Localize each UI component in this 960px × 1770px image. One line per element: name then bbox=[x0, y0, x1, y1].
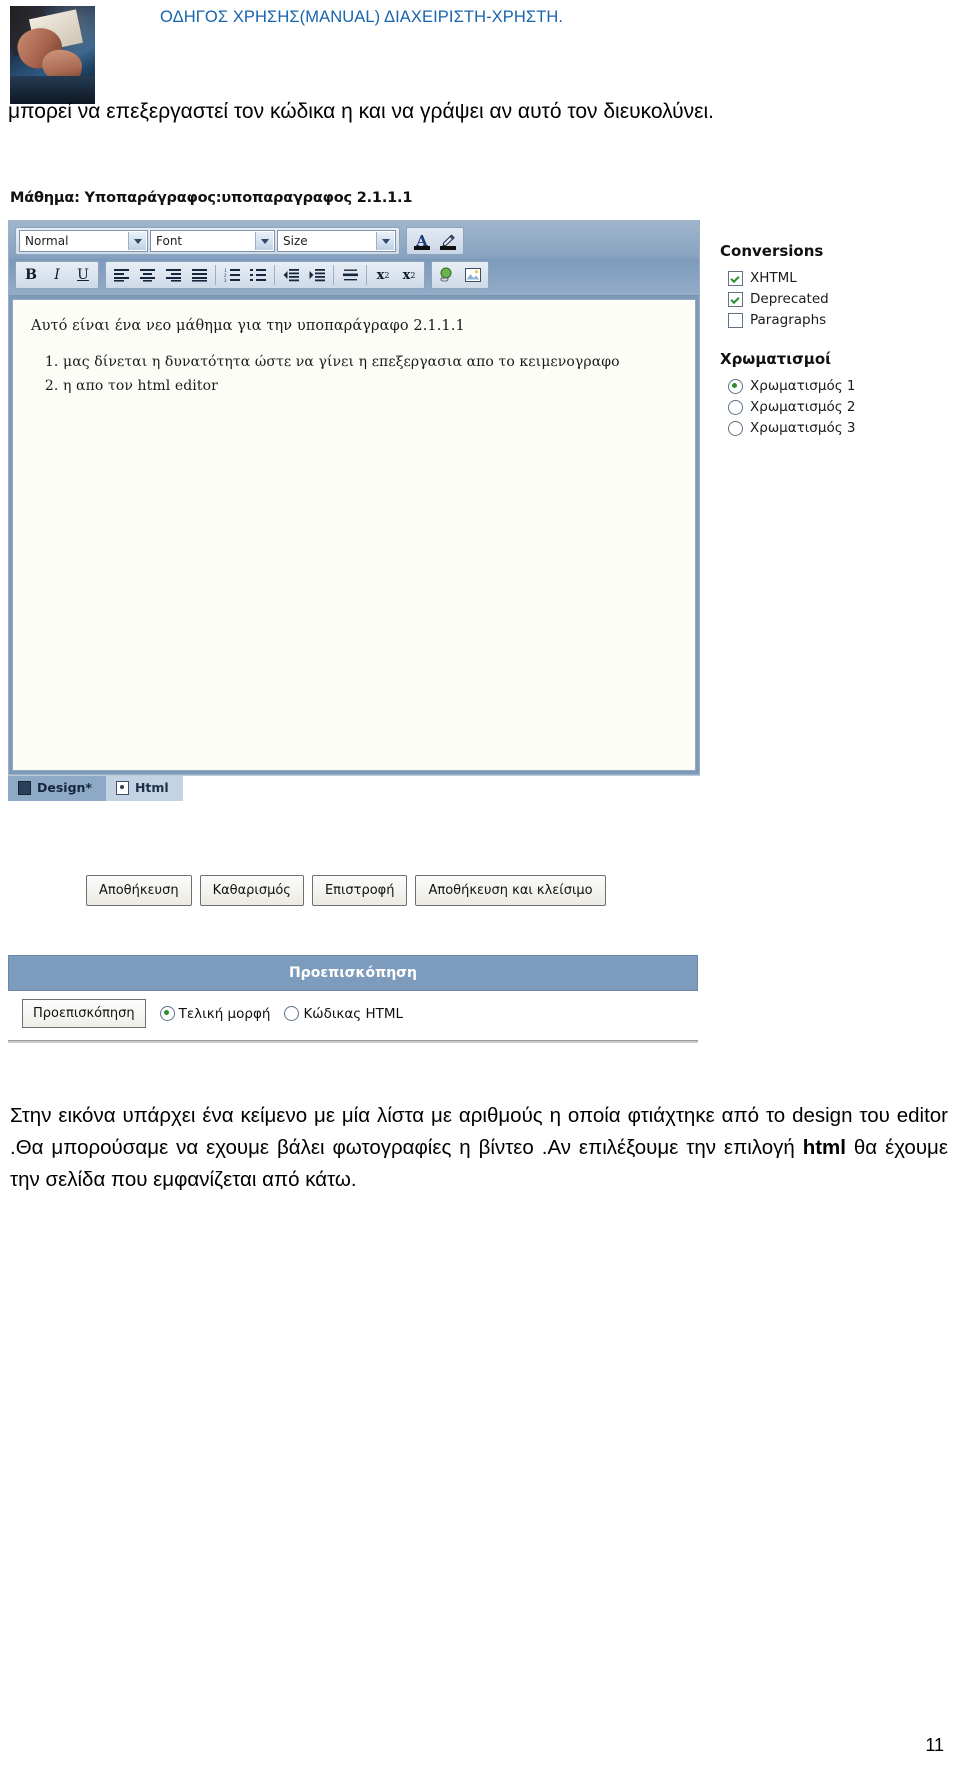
checkbox-row-paragraphs[interactable]: Paragraphs bbox=[728, 312, 950, 328]
insert-image-icon[interactable] bbox=[461, 264, 485, 286]
radio-row-color-2[interactable]: Χρωματισμός 2 bbox=[728, 399, 950, 415]
tab-design[interactable]: Design* bbox=[8, 775, 106, 801]
align-center-icon[interactable] bbox=[135, 264, 159, 286]
unordered-list-icon[interactable] bbox=[246, 264, 270, 286]
canvas-paragraph: Αυτό είναι ένα νεο μάθημα για την υποπαρ… bbox=[31, 318, 465, 334]
radio-icon[interactable] bbox=[284, 1006, 300, 1021]
insert-group bbox=[431, 261, 489, 289]
checkbox-label: Deprecated bbox=[750, 291, 829, 307]
radio-label: Τελική μορφή bbox=[178, 1005, 271, 1022]
editor-toolbar: Normal Font Size A B I U 1 2 3 x 2 x 2 bbox=[9, 221, 699, 296]
editor-action-buttons: Αποθήκευση Καθαρισμός Επιστροφή Αποθήκευ… bbox=[86, 875, 606, 906]
radio-row-html-code[interactable]: Κώδικας HTML bbox=[284, 1006, 403, 1022]
list-item: μας δίνεται η δυνατότητα ώστε να γίνει η… bbox=[63, 352, 679, 374]
preview-button[interactable]: Προεπισκόπηση bbox=[22, 999, 146, 1028]
checkbox-icon[interactable] bbox=[728, 270, 743, 286]
save-button[interactable]: Αποθήκευση bbox=[86, 875, 192, 906]
paragraph-style-value: Normal bbox=[25, 234, 69, 248]
preview-divider bbox=[8, 1040, 698, 1043]
font-size-value: Size bbox=[283, 234, 308, 248]
editor-canvas[interactable]: Αυτό είναι ένα νεο μάθημα για την υποπαρ… bbox=[12, 299, 696, 771]
radio-icon[interactable] bbox=[728, 378, 743, 394]
checkbox-label: XHTML bbox=[750, 270, 797, 286]
radio-label: Χρωματισμός 1 bbox=[750, 378, 856, 394]
lesson-heading: Μάθημα: Υποπαράγραφος:υποπαραγραφος 2.1.… bbox=[10, 190, 413, 206]
checkbox-row-xhtml[interactable]: XHTML bbox=[728, 270, 950, 286]
page-number: 11 bbox=[925, 1735, 944, 1755]
bold-button[interactable]: B bbox=[19, 264, 43, 286]
checkbox-icon[interactable] bbox=[728, 312, 743, 328]
horizontal-rule-icon[interactable] bbox=[338, 264, 362, 286]
underline-button[interactable]: U bbox=[71, 264, 95, 286]
intro-paragraph: μπορεί να επεξεργαστεί τον κώδικα η και … bbox=[8, 100, 714, 123]
editor-side-panel: Conversions XHTML Deprecated Paragraphs … bbox=[720, 242, 950, 441]
body-paragraph: Στην εικόνα υπάρχει ένα κείμενο με μία λ… bbox=[10, 1100, 948, 1195]
tab-html-label: Html bbox=[134, 780, 169, 795]
radio-label: Χρωματισμός 3 bbox=[750, 420, 856, 436]
design-icon bbox=[18, 780, 31, 795]
tab-html[interactable]: Html bbox=[105, 775, 183, 801]
radio-row-color-3[interactable]: Χρωματισμός 3 bbox=[728, 420, 950, 436]
hands-typing-photo bbox=[10, 6, 95, 104]
font-family-value: Font bbox=[156, 234, 183, 248]
svg-text:3: 3 bbox=[224, 279, 227, 282]
radio-row-color-1[interactable]: Χρωματισμός 1 bbox=[728, 378, 950, 394]
list-item: η απο τον html editor bbox=[63, 376, 679, 398]
indent-icon[interactable] bbox=[305, 264, 329, 286]
editor-screenshot-figure: Μάθημα: Υποπαράγραφος:υποπαραγραφος 2.1.… bbox=[8, 190, 952, 1043]
preview-bar-title: Προεπισκόπηση bbox=[8, 955, 698, 991]
align-right-icon[interactable] bbox=[161, 264, 185, 286]
align-left-icon[interactable] bbox=[109, 264, 133, 286]
back-button[interactable]: Επιστροφή bbox=[311, 875, 408, 906]
paragraph-style-select[interactable]: Normal bbox=[19, 230, 148, 252]
italic-button[interactable]: I bbox=[45, 264, 69, 286]
chevron-down-icon[interactable] bbox=[128, 232, 146, 250]
checkbox-label: Paragraphs bbox=[750, 312, 827, 328]
html-icon bbox=[115, 780, 129, 795]
body-paragraph-emphasis: html bbox=[802, 1135, 846, 1159]
font-color-icon[interactable]: A bbox=[410, 230, 434, 252]
text-format-group: B I U bbox=[15, 261, 99, 289]
checkbox-row-deprecated[interactable]: Deprecated bbox=[728, 291, 950, 307]
radio-label: Χρωματισμός 2 bbox=[750, 399, 856, 415]
html-editor-window: Normal Font Size A B I U 1 2 3 x 2 x 2 Α… bbox=[8, 220, 700, 775]
outdent-icon[interactable] bbox=[279, 264, 303, 286]
font-family-select[interactable]: Font bbox=[150, 230, 275, 252]
select-group: Normal Font Size bbox=[15, 227, 400, 255]
tab-design-label: Design* bbox=[37, 780, 92, 795]
preview-section: Προεπισκόπηση Προεπισκόπηση Τελική μορφή… bbox=[8, 955, 698, 1043]
clear-button[interactable]: Καθαρισμός bbox=[199, 875, 304, 906]
radio-icon[interactable] bbox=[728, 399, 743, 415]
chevron-down-icon[interactable] bbox=[255, 232, 273, 250]
radio-icon[interactable] bbox=[159, 1006, 175, 1021]
page-title: ΟΔΗΓΟΣ ΧΡΗΣΗΣ(MANUAL) ΔΙΑΧΕΙΡΙΣΤΗ-ΧΡΗΣΤΗ… bbox=[160, 8, 564, 26]
document-header: ΟΔΗΓΟΣ ΧΡΗΣΗΣ(MANUAL) ΔΙΑΧΕΙΡΙΣΤΗ-ΧΡΗΣΤΗ… bbox=[0, 0, 960, 110]
colors-title: Χρωματισμοί bbox=[720, 350, 831, 368]
paragraph-group: 123 x 2 x 2 bbox=[105, 261, 425, 289]
color-group: A bbox=[406, 227, 464, 255]
radio-row-final-form[interactable]: Τελική μορφή bbox=[159, 1005, 271, 1022]
editor-mode-tabs: Design* Html bbox=[8, 775, 952, 801]
radio-icon[interactable] bbox=[728, 420, 743, 436]
ordered-list-icon[interactable]: 123 bbox=[220, 264, 244, 286]
checkbox-icon[interactable] bbox=[728, 291, 743, 307]
chevron-down-icon[interactable] bbox=[376, 232, 394, 250]
canvas-ordered-list: μας δίνεται η δυνατότητα ώστε να γίνει η… bbox=[29, 352, 679, 397]
subscript-button[interactable]: x2 bbox=[371, 264, 395, 286]
radio-label: Κώδικας HTML bbox=[303, 1005, 404, 1022]
save-and-close-button[interactable]: Αποθήκευση και κλείσιμο bbox=[415, 875, 606, 906]
superscript-button[interactable]: x2 bbox=[397, 264, 421, 286]
align-justify-icon[interactable] bbox=[187, 264, 211, 286]
insert-link-icon[interactable] bbox=[435, 264, 459, 286]
conversions-title: Conversions bbox=[720, 242, 824, 260]
highlight-pen-icon[interactable] bbox=[436, 230, 460, 252]
font-size-select[interactable]: Size bbox=[277, 230, 396, 252]
